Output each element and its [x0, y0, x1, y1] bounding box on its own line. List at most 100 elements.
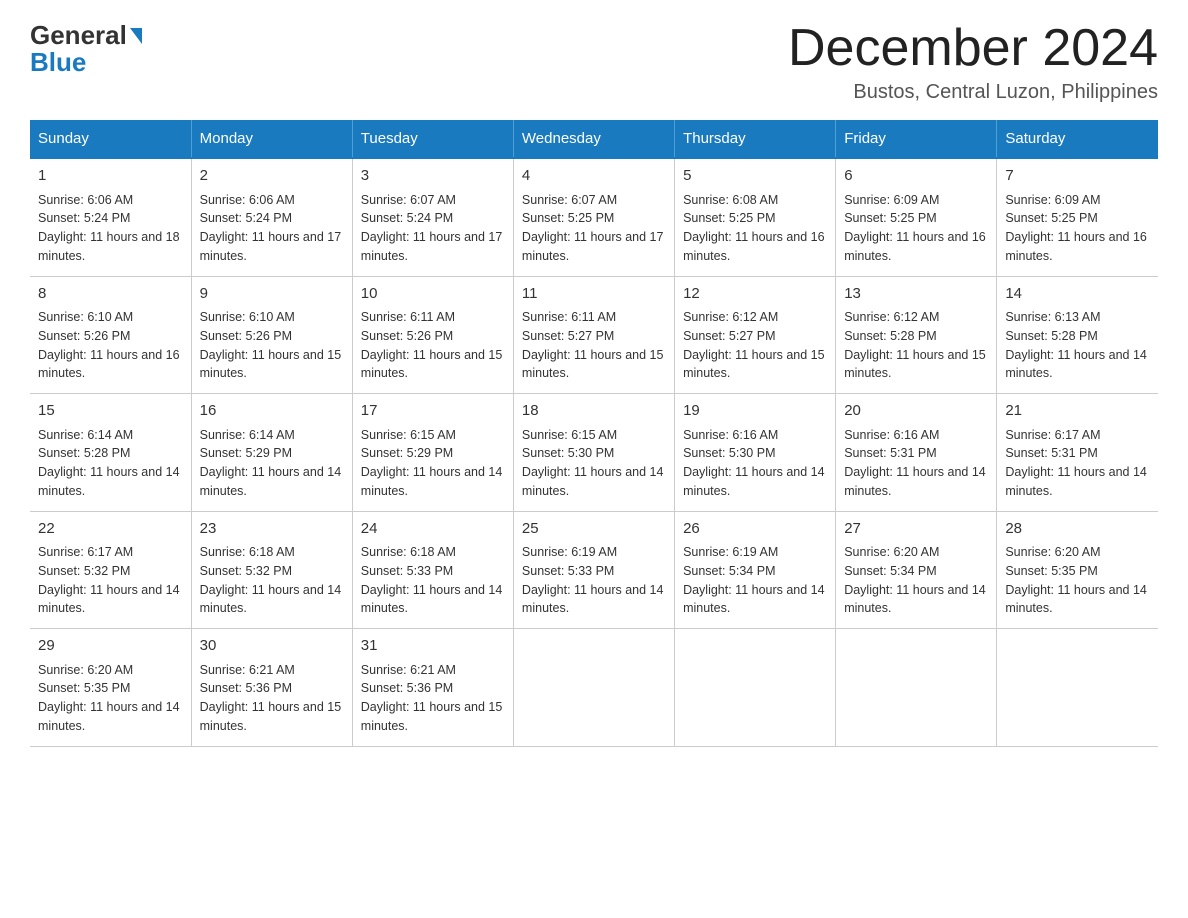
day-number: 25: [522, 518, 666, 541]
calendar-cell: 12Sunrise: 6:12 AMSunset: 5:27 PMDayligh…: [675, 276, 836, 394]
calendar-header: SundayMondayTuesdayWednesdayThursdayFrid…: [30, 120, 1158, 158]
sunrise-text: Sunrise: 6:14 AM: [200, 428, 295, 442]
day-number: 27: [844, 518, 988, 541]
calendar-cell: 1Sunrise: 6:06 AMSunset: 5:24 PMDaylight…: [30, 158, 191, 276]
daylight-text: Daylight: 11 hours and 14 minutes.: [522, 465, 664, 498]
sunset-text: Sunset: 5:36 PM: [361, 681, 453, 695]
calendar-cell: 8Sunrise: 6:10 AMSunset: 5:26 PMDaylight…: [30, 276, 191, 394]
sunset-text: Sunset: 5:25 PM: [1005, 211, 1097, 225]
sunrise-text: Sunrise: 6:20 AM: [1005, 545, 1100, 559]
sunrise-text: Sunrise: 6:19 AM: [522, 545, 617, 559]
calendar-cell: 20Sunrise: 6:16 AMSunset: 5:31 PMDayligh…: [836, 394, 997, 512]
location-text: Bustos, Central Luzon, Philippines: [788, 81, 1158, 104]
calendar-cell: 21Sunrise: 6:17 AMSunset: 5:31 PMDayligh…: [997, 394, 1158, 512]
page-header: General Blue December 2024 Bustos, Centr…: [30, 20, 1158, 104]
sunset-text: Sunset: 5:27 PM: [522, 329, 614, 343]
daylight-text: Daylight: 11 hours and 15 minutes.: [361, 348, 503, 381]
sunset-text: Sunset: 5:24 PM: [361, 211, 453, 225]
sunrise-text: Sunrise: 6:19 AM: [683, 545, 778, 559]
daylight-text: Daylight: 11 hours and 18 minutes.: [38, 230, 180, 263]
day-number: 14: [1005, 283, 1150, 306]
day-number: 21: [1005, 400, 1150, 423]
calendar-cell: [997, 629, 1158, 747]
sunrise-text: Sunrise: 6:18 AM: [361, 545, 456, 559]
sunrise-text: Sunrise: 6:10 AM: [38, 310, 133, 324]
sunset-text: Sunset: 5:33 PM: [361, 564, 453, 578]
day-number: 20: [844, 400, 988, 423]
daylight-text: Daylight: 11 hours and 14 minutes.: [38, 465, 180, 498]
daylight-text: Daylight: 11 hours and 15 minutes.: [200, 348, 342, 381]
daylight-text: Daylight: 11 hours and 17 minutes.: [522, 230, 664, 263]
daylight-text: Daylight: 11 hours and 16 minutes.: [844, 230, 986, 263]
calendar-cell: 25Sunrise: 6:19 AMSunset: 5:33 PMDayligh…: [513, 511, 674, 629]
daylight-text: Daylight: 11 hours and 16 minutes.: [683, 230, 825, 263]
sunrise-text: Sunrise: 6:11 AM: [522, 310, 616, 324]
sunset-text: Sunset: 5:33 PM: [522, 564, 614, 578]
header-cell-wednesday: Wednesday: [513, 120, 674, 158]
sunset-text: Sunset: 5:25 PM: [522, 211, 614, 225]
day-number: 3: [361, 165, 505, 188]
calendar-cell: 19Sunrise: 6:16 AMSunset: 5:30 PMDayligh…: [675, 394, 836, 512]
calendar-cell: 13Sunrise: 6:12 AMSunset: 5:28 PMDayligh…: [836, 276, 997, 394]
sunset-text: Sunset: 5:26 PM: [200, 329, 292, 343]
calendar-cell: 22Sunrise: 6:17 AMSunset: 5:32 PMDayligh…: [30, 511, 191, 629]
sunset-text: Sunset: 5:28 PM: [38, 446, 130, 460]
day-number: 12: [683, 283, 827, 306]
daylight-text: Daylight: 11 hours and 15 minutes.: [683, 348, 825, 381]
daylight-text: Daylight: 11 hours and 15 minutes.: [361, 700, 503, 733]
sunrise-text: Sunrise: 6:11 AM: [361, 310, 455, 324]
calendar-cell: [836, 629, 997, 747]
calendar-cell: 5Sunrise: 6:08 AMSunset: 5:25 PMDaylight…: [675, 158, 836, 276]
calendar-cell: 7Sunrise: 6:09 AMSunset: 5:25 PMDaylight…: [997, 158, 1158, 276]
calendar-cell: 14Sunrise: 6:13 AMSunset: 5:28 PMDayligh…: [997, 276, 1158, 394]
week-row-3: 15Sunrise: 6:14 AMSunset: 5:28 PMDayligh…: [30, 394, 1158, 512]
day-number: 9: [200, 283, 344, 306]
day-number: 4: [522, 165, 666, 188]
daylight-text: Daylight: 11 hours and 14 minutes.: [1005, 348, 1147, 381]
daylight-text: Daylight: 11 hours and 16 minutes.: [1005, 230, 1147, 263]
sunset-text: Sunset: 5:32 PM: [200, 564, 292, 578]
calendar-cell: 3Sunrise: 6:07 AMSunset: 5:24 PMDaylight…: [352, 158, 513, 276]
week-row-5: 29Sunrise: 6:20 AMSunset: 5:35 PMDayligh…: [30, 629, 1158, 747]
daylight-text: Daylight: 11 hours and 14 minutes.: [683, 465, 825, 498]
header-row: SundayMondayTuesdayWednesdayThursdayFrid…: [30, 120, 1158, 158]
sunrise-text: Sunrise: 6:09 AM: [1005, 193, 1100, 207]
day-number: 16: [200, 400, 344, 423]
daylight-text: Daylight: 11 hours and 14 minutes.: [38, 583, 180, 616]
sunset-text: Sunset: 5:27 PM: [683, 329, 775, 343]
daylight-text: Daylight: 11 hours and 14 minutes.: [361, 583, 503, 616]
daylight-text: Daylight: 11 hours and 14 minutes.: [683, 583, 825, 616]
daylight-text: Daylight: 11 hours and 16 minutes.: [38, 348, 180, 381]
sunrise-text: Sunrise: 6:07 AM: [522, 193, 617, 207]
day-number: 18: [522, 400, 666, 423]
calendar-cell: 6Sunrise: 6:09 AMSunset: 5:25 PMDaylight…: [836, 158, 997, 276]
calendar-cell: 18Sunrise: 6:15 AMSunset: 5:30 PMDayligh…: [513, 394, 674, 512]
header-cell-tuesday: Tuesday: [352, 120, 513, 158]
sunrise-text: Sunrise: 6:16 AM: [683, 428, 778, 442]
sunset-text: Sunset: 5:25 PM: [844, 211, 936, 225]
daylight-text: Daylight: 11 hours and 14 minutes.: [844, 465, 986, 498]
sunset-text: Sunset: 5:24 PM: [200, 211, 292, 225]
week-row-4: 22Sunrise: 6:17 AMSunset: 5:32 PMDayligh…: [30, 511, 1158, 629]
sunset-text: Sunset: 5:35 PM: [38, 681, 130, 695]
sunset-text: Sunset: 5:30 PM: [683, 446, 775, 460]
sunset-text: Sunset: 5:29 PM: [361, 446, 453, 460]
sunrise-text: Sunrise: 6:06 AM: [38, 193, 133, 207]
sunset-text: Sunset: 5:31 PM: [844, 446, 936, 460]
day-number: 13: [844, 283, 988, 306]
daylight-text: Daylight: 11 hours and 14 minutes.: [1005, 465, 1147, 498]
day-number: 1: [38, 165, 183, 188]
daylight-text: Daylight: 11 hours and 14 minutes.: [844, 583, 986, 616]
sunrise-text: Sunrise: 6:06 AM: [200, 193, 295, 207]
header-cell-friday: Friday: [836, 120, 997, 158]
sunset-text: Sunset: 5:32 PM: [38, 564, 130, 578]
calendar-cell: 30Sunrise: 6:21 AMSunset: 5:36 PMDayligh…: [191, 629, 352, 747]
sunset-text: Sunset: 5:26 PM: [38, 329, 130, 343]
sunrise-text: Sunrise: 6:15 AM: [361, 428, 456, 442]
sunrise-text: Sunrise: 6:07 AM: [361, 193, 456, 207]
sunrise-text: Sunrise: 6:18 AM: [200, 545, 295, 559]
daylight-text: Daylight: 11 hours and 15 minutes.: [200, 700, 342, 733]
header-right: December 2024 Bustos, Central Luzon, Phi…: [788, 20, 1158, 104]
daylight-text: Daylight: 11 hours and 14 minutes.: [200, 583, 342, 616]
daylight-text: Daylight: 11 hours and 15 minutes.: [522, 348, 664, 381]
